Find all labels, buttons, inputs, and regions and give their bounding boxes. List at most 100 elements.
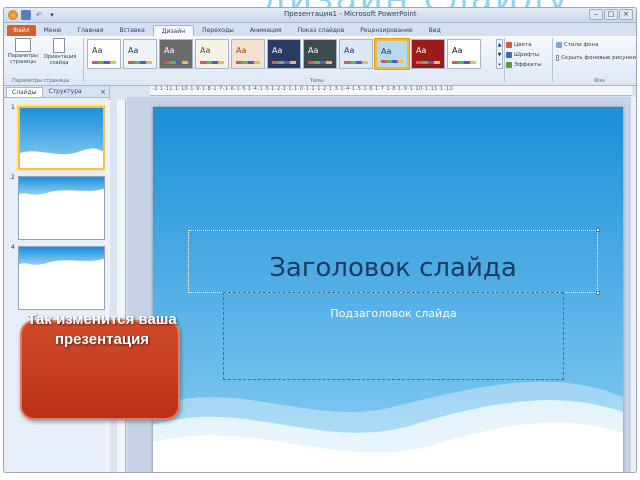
theme-color-bars bbox=[200, 61, 224, 64]
themes-gallery-scroll[interactable]: ▲ ▼ ▾ bbox=[496, 39, 503, 69]
gallery-down-icon[interactable]: ▼ bbox=[497, 50, 502, 60]
theme-sample-text: Aa bbox=[344, 46, 355, 55]
theme-sample-text: Aa bbox=[92, 46, 103, 55]
slide-canvas[interactable]: Заголовок слайда Подзаголовок слайда bbox=[153, 107, 623, 472]
slide-thumbnail[interactable] bbox=[18, 246, 105, 310]
thumbnail-number: 2 bbox=[11, 174, 15, 181]
slide-orientation-label: Ориентация слайда bbox=[44, 54, 77, 66]
tab-1[interactable]: Меню bbox=[36, 25, 70, 36]
resize-handle[interactable] bbox=[596, 228, 600, 232]
theme-thumbnail[interactable]: Aa bbox=[267, 39, 301, 69]
theme-sample-text: Aa bbox=[308, 46, 319, 55]
theme-option-icon bbox=[506, 52, 512, 58]
theme-thumbnail[interactable]: Aa bbox=[375, 39, 409, 69]
save-icon[interactable] bbox=[21, 10, 31, 20]
gallery-more-icon[interactable]: ▾ bbox=[497, 60, 502, 70]
theme-option-label: Шрифты bbox=[514, 52, 540, 58]
slide-orientation-button[interactable]: Ориентация слайда bbox=[44, 38, 77, 66]
theme-sample-text: Aa bbox=[416, 46, 427, 55]
tab-3[interactable]: Вставка bbox=[111, 25, 152, 36]
page-setup-group-label: Параметры страницы bbox=[12, 78, 70, 84]
tab-7[interactable]: Показ слайдов bbox=[290, 25, 353, 36]
panel-tabs: Слайды Структура × bbox=[4, 86, 109, 98]
title-bar: ↶ ▾ Презентация1 - Microsoft PowerPoint … bbox=[4, 8, 636, 23]
undo-icon[interactable]: ↶ bbox=[34, 10, 44, 20]
gallery-up-icon[interactable]: ▲ bbox=[497, 40, 502, 50]
theme-sample-text: Aa bbox=[200, 46, 211, 55]
hide-background-graphics-checkbox[interactable]: Скрыть фоновые рисунки bbox=[556, 53, 636, 63]
close-panel-icon[interactable]: × bbox=[100, 87, 106, 97]
background-options: Стили фона Скрыть фоновые рисунки bbox=[556, 40, 636, 63]
slide-orientation-icon bbox=[53, 38, 65, 53]
close-button[interactable]: × bbox=[619, 9, 633, 20]
tab-9[interactable]: Вид bbox=[421, 25, 449, 36]
editor-scrollbar[interactable] bbox=[631, 97, 636, 472]
slide-thumbnail[interactable] bbox=[18, 106, 105, 170]
theme-sample-text: Aa bbox=[272, 46, 283, 55]
background-styles-label: Стили фона bbox=[564, 42, 599, 48]
theme-thumbnail[interactable]: Aa bbox=[195, 39, 229, 69]
horizontal-ruler: ·2·1·11·1·10·1·9·1·8·1·7·1·6·1·5·1·4·1·3… bbox=[150, 86, 632, 96]
callout-bubble: Так изменится ваша презентация bbox=[20, 311, 180, 420]
window-title: Презентация1 - Microsoft PowerPoint bbox=[284, 10, 417, 18]
ribbon-tabs: Файл Меню Главная Вставка Дизайн Переходы Аним… bbox=[4, 23, 636, 36]
tab-5[interactable]: Переходы bbox=[194, 25, 242, 36]
title-placeholder[interactable]: Заголовок слайда bbox=[188, 228, 600, 295]
slide-subtitle[interactable]: Подзаголовок слайда bbox=[224, 307, 563, 320]
background-styles-button[interactable]: Стили фона bbox=[556, 40, 636, 50]
themes-gallery: Aa Aa Aa Aa Aa Aa Aa Aa Aa Aa Aa bbox=[87, 39, 495, 71]
maximize-button[interactable]: □ bbox=[604, 9, 618, 20]
page-setup-label: Параметры страницы bbox=[8, 53, 38, 65]
app-logo-icon[interactable] bbox=[8, 10, 18, 20]
minimize-button[interactable]: – bbox=[589, 9, 603, 20]
theme-thumbnail[interactable]: Aa bbox=[231, 39, 265, 69]
slide-title[interactable]: Заголовок слайда bbox=[189, 253, 597, 283]
callout-text: Так изменится ваша презентация bbox=[27, 311, 177, 348]
theme-sample-text: Aa bbox=[128, 46, 139, 55]
theme-thumbnail[interactable]: Aa bbox=[447, 39, 481, 69]
tab-0[interactable]: Файл bbox=[7, 25, 36, 36]
theme-option-icon bbox=[506, 62, 512, 68]
ribbon-separator bbox=[83, 38, 84, 82]
subtitle-placeholder[interactable]: Подзаголовок слайда bbox=[223, 292, 564, 380]
theme-options: Цвета Шрифты Эффекты bbox=[506, 40, 550, 70]
ribbon-separator bbox=[552, 38, 553, 82]
theme-thumbnail[interactable]: Aa bbox=[339, 39, 373, 69]
thumbnail-number: 4 bbox=[11, 244, 15, 251]
slide-thumbnail[interactable] bbox=[18, 176, 105, 240]
theme-color-bars bbox=[452, 61, 476, 64]
theme-sample-text: Aa bbox=[381, 47, 392, 56]
background-styles-icon bbox=[556, 42, 562, 48]
background-group-label: Фон bbox=[594, 78, 605, 84]
tab-6[interactable]: Анимация bbox=[242, 25, 290, 36]
ribbon: Параметры страницы Ориентация слайда Пар… bbox=[4, 36, 636, 86]
page-setup-icon bbox=[15, 38, 31, 52]
theme-option-button[interactable]: Эффекты bbox=[506, 60, 550, 70]
tab-slides[interactable]: Слайды bbox=[6, 87, 43, 97]
screenshot-stage: дизайн слайду ↶ ▾ Презентация1 - Microso… bbox=[0, 0, 640, 480]
theme-option-button[interactable]: Шрифты bbox=[506, 50, 550, 60]
theme-thumbnail[interactable]: Aa bbox=[303, 39, 337, 69]
page-setup-button[interactable]: Параметры страницы bbox=[8, 38, 38, 65]
thumbnail-number: 1 bbox=[11, 104, 15, 111]
checkbox-icon bbox=[556, 55, 560, 61]
theme-thumbnail[interactable]: Aa bbox=[87, 39, 121, 69]
theme-option-icon bbox=[506, 42, 512, 48]
customize-quick-access-icon[interactable]: ▾ bbox=[47, 10, 57, 20]
quick-access-toolbar: ↶ ▾ bbox=[8, 10, 57, 20]
tab-8[interactable]: Рецензирование bbox=[352, 25, 420, 36]
tab-outline[interactable]: Структура bbox=[44, 87, 87, 97]
theme-thumbnail[interactable]: Aa bbox=[123, 39, 157, 69]
slide-editing-area: Заголовок слайда Подзаголовок слайда bbox=[127, 97, 636, 472]
theme-option-label: Цвета bbox=[514, 42, 532, 48]
theme-thumbnail[interactable]: Aa bbox=[411, 39, 445, 69]
resize-handle[interactable] bbox=[596, 291, 600, 295]
theme-thumbnail[interactable]: Aa bbox=[159, 39, 193, 69]
tab-4[interactable]: Дизайн bbox=[152, 25, 195, 36]
theme-option-button[interactable]: Цвета bbox=[506, 40, 550, 50]
tab-2[interactable]: Главная bbox=[69, 25, 111, 36]
ruler-scale: ·2·1·11·1·10·1·9·1·8·1·7·1·6·1·5·1·4·1·3… bbox=[152, 86, 456, 92]
theme-color-bars bbox=[381, 60, 403, 63]
theme-color-bars bbox=[416, 61, 440, 64]
ribbon-separator bbox=[504, 38, 505, 82]
